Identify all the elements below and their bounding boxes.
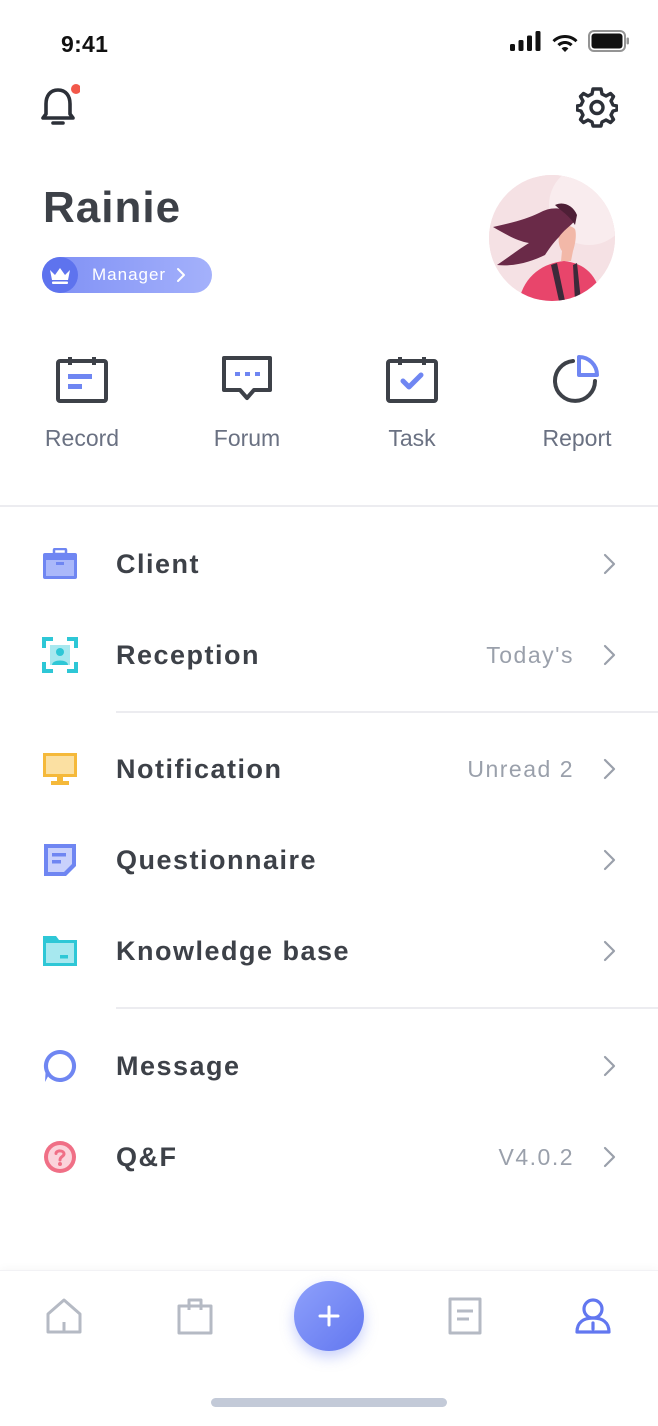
monitor-icon [40, 749, 80, 789]
question-circle-icon [40, 1137, 80, 1177]
tab-bag[interactable] [175, 1296, 215, 1336]
wifi-icon [552, 34, 578, 52]
menu-divider [116, 1007, 658, 1009]
quick-action-record[interactable]: Record [17, 355, 147, 452]
quick-action-label: Forum [213, 425, 281, 451]
status-icons [510, 29, 630, 53]
menu-item-questionnaire[interactable]: Questionnaire [0, 830, 658, 890]
quick-action-task[interactable]: Task [347, 355, 477, 452]
face-scan-icon [40, 635, 80, 675]
menu-item-message[interactable]: Message [0, 1036, 658, 1096]
chevron-right-icon [603, 758, 616, 780]
cellular-signal-icon [510, 31, 541, 51]
chevron-right-icon [603, 1146, 616, 1168]
role-label: Manager [92, 265, 167, 284]
unread-dot [71, 84, 81, 94]
bell-icon [41, 84, 81, 125]
menu-label: Client [116, 548, 201, 579]
note-icon [40, 840, 80, 880]
quick-action-report[interactable]: Report [512, 355, 642, 452]
calendar-check-icon [386, 357, 438, 403]
notification-bell-button[interactable] [40, 84, 81, 128]
menu-label: Message [116, 1050, 241, 1081]
folder-icon [40, 931, 80, 971]
tab-home[interactable] [44, 1296, 84, 1336]
menu-item-notification[interactable]: Notification Unread 2 [0, 739, 658, 799]
chevron-right-icon [603, 940, 616, 962]
quick-action-label: Report [542, 425, 612, 451]
home-indicator [211, 1398, 447, 1407]
chevron-right-icon [603, 553, 616, 575]
menu-item-qf[interactable]: Q&F V4.0.2 [0, 1127, 658, 1187]
calendar-record-icon [56, 357, 108, 403]
menu-item-reception[interactable]: Reception Today's [0, 625, 658, 685]
message-circle-icon [40, 1046, 80, 1086]
menu-label: Notification [116, 753, 283, 784]
tab-document[interactable] [445, 1296, 485, 1336]
status-time: 9:41 [61, 31, 109, 57]
menu-value: V4.0.2 [498, 1143, 574, 1170]
avatar[interactable] [489, 175, 615, 301]
chat-bubble-icon [222, 356, 272, 400]
menu-divider [116, 711, 658, 713]
settings-button[interactable] [575, 86, 619, 128]
section-divider [0, 505, 658, 507]
menu-item-knowledge-base[interactable]: Knowledge base [0, 921, 658, 981]
quick-action-label: Task [388, 425, 436, 451]
menu-value: Today's [486, 641, 574, 668]
menu-value: Unread 2 [467, 755, 574, 782]
role-badge-button[interactable]: Manager [42, 257, 212, 293]
avatar-illustration [489, 175, 615, 301]
battery-icon [588, 30, 629, 52]
gear-icon [575, 87, 619, 128]
chevron-right-icon [603, 849, 616, 871]
tab-profile[interactable] [573, 1296, 613, 1336]
pie-chart-icon [553, 355, 599, 403]
home-icon [46, 1298, 82, 1334]
profile-icon [575, 1298, 611, 1334]
menu-item-client[interactable]: Client [0, 534, 658, 594]
menu-label: Questionnaire [116, 844, 318, 875]
document-icon [448, 1297, 482, 1335]
bag-icon [177, 1298, 213, 1335]
crown-icon [42, 257, 78, 293]
add-icon [318, 1305, 340, 1327]
quick-action-label: Record [44, 425, 120, 451]
menu-label: Reception [116, 639, 261, 670]
add-button[interactable] [294, 1281, 364, 1351]
profile-name: Rainie [43, 183, 182, 232]
menu-label: Q&F [116, 1141, 178, 1172]
chevron-right-icon [177, 268, 186, 282]
chevron-right-icon [603, 1055, 616, 1077]
briefcase-icon [40, 544, 80, 584]
menu-label: Knowledge base [116, 935, 351, 966]
quick-action-forum[interactable]: Forum [182, 355, 312, 452]
chevron-right-icon [603, 644, 616, 666]
